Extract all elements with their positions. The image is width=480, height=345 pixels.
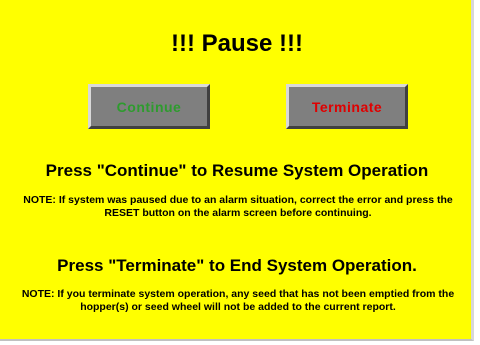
continue-button[interactable]: Continue <box>88 84 210 129</box>
resume-instruction-heading: Press "Continue" to Resume System Operat… <box>45 161 429 180</box>
pause-title: !!! Pause !!! <box>171 30 303 57</box>
terminate-instruction-heading: Press "Terminate" to End System Operatio… <box>57 256 417 275</box>
pause-dialog: !!! Pause !!! Continue Terminate Press "… <box>0 0 474 341</box>
alarm-note: NOTE: If system was paused due to an ala… <box>23 194 453 219</box>
terminate-button[interactable]: Terminate <box>286 84 408 129</box>
seed-report-note: NOTE: If you terminate system operation,… <box>21 288 455 313</box>
